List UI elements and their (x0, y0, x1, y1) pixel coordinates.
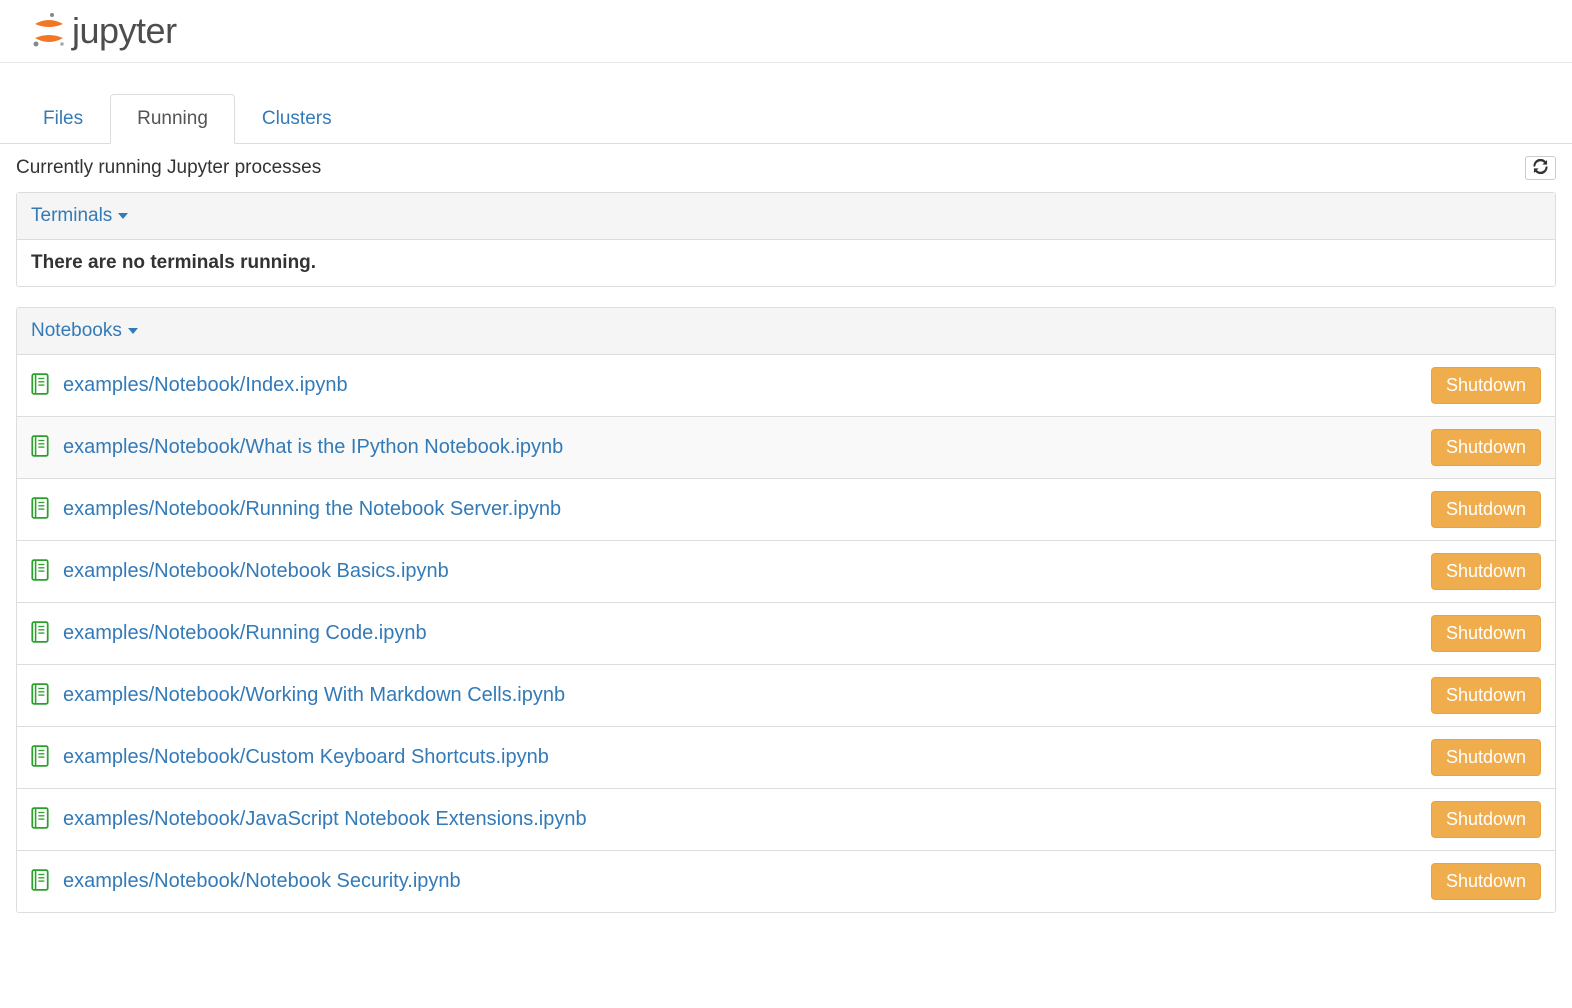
notebook-row-left: examples/Notebook/Working With Markdown … (31, 683, 565, 709)
notebook-icon (31, 373, 49, 399)
caret-down-icon (128, 328, 138, 334)
notebook-row-left: examples/Notebook/Running Code.ipynb (31, 621, 427, 647)
shutdown-button[interactable]: Shutdown (1431, 491, 1541, 528)
shutdown-button[interactable]: Shutdown (1431, 429, 1541, 466)
tab-running[interactable]: Running (110, 94, 235, 144)
terminals-heading[interactable]: Terminals (17, 193, 1555, 240)
notebook-row-left: examples/Notebook/Custom Keyboard Shortc… (31, 745, 549, 771)
notebook-row: examples/Notebook/Custom Keyboard Shortc… (17, 727, 1555, 789)
notebook-icon (31, 745, 49, 771)
notebook-row-left: examples/Notebook/Index.ipynb (31, 373, 348, 399)
notebook-link[interactable]: examples/Notebook/What is the IPython No… (63, 436, 563, 459)
jupyter-icon (30, 12, 68, 50)
logo-text: jupyter (72, 10, 177, 52)
terminals-heading-label: Terminals (31, 205, 112, 227)
shutdown-button[interactable]: Shutdown (1431, 677, 1541, 714)
tab-files[interactable]: Files (16, 94, 110, 144)
header: jupyter (0, 0, 1572, 63)
notebook-icon (31, 807, 49, 833)
shutdown-button[interactable]: Shutdown (1431, 739, 1541, 776)
notebook-row: examples/Notebook/What is the IPython No… (17, 417, 1555, 479)
notebook-icon (31, 621, 49, 647)
notebook-row: examples/Notebook/Running the Notebook S… (17, 479, 1555, 541)
notebook-row: examples/Notebook/Notebook Security.ipyn… (17, 851, 1555, 912)
shutdown-button[interactable]: Shutdown (1431, 863, 1541, 900)
notebook-row: examples/Notebook/Index.ipynb Shutdown (17, 355, 1555, 417)
notebook-icon (31, 869, 49, 895)
shutdown-button[interactable]: Shutdown (1431, 615, 1541, 652)
subtitle-bar: Currently running Jupyter processes (0, 144, 1572, 192)
notebook-row-left: examples/Notebook/What is the IPython No… (31, 435, 563, 461)
terminals-empty-message: There are no terminals running. (17, 240, 1555, 286)
jupyter-logo[interactable]: jupyter (30, 10, 177, 52)
notebook-link[interactable]: examples/Notebook/JavaScript Notebook Ex… (63, 808, 587, 831)
notebook-icon (31, 435, 49, 461)
notebook-row: examples/Notebook/Running Code.ipynb Shu… (17, 603, 1555, 665)
caret-down-icon (118, 213, 128, 219)
notebook-link[interactable]: examples/Notebook/Working With Markdown … (63, 684, 565, 707)
refresh-icon (1533, 159, 1548, 177)
terminals-panel: Terminals There are no terminals running… (16, 192, 1556, 287)
refresh-button[interactable] (1525, 156, 1556, 180)
subtitle-text: Currently running Jupyter processes (16, 157, 321, 179)
notebooks-heading[interactable]: Notebooks (17, 308, 1555, 355)
tabs-bar: Files Running Clusters (0, 93, 1572, 144)
notebook-row: examples/Notebook/Working With Markdown … (17, 665, 1555, 727)
notebook-link[interactable]: examples/Notebook/Custom Keyboard Shortc… (63, 746, 549, 769)
notebook-row: examples/Notebook/Notebook Basics.ipynb … (17, 541, 1555, 603)
notebook-row: examples/Notebook/JavaScript Notebook Ex… (17, 789, 1555, 851)
shutdown-button[interactable]: Shutdown (1431, 367, 1541, 404)
notebook-icon (31, 559, 49, 585)
notebook-link[interactable]: examples/Notebook/Notebook Basics.ipynb (63, 560, 449, 583)
notebook-link[interactable]: examples/Notebook/Running Code.ipynb (63, 622, 427, 645)
shutdown-button[interactable]: Shutdown (1431, 801, 1541, 838)
notebook-link[interactable]: examples/Notebook/Running the Notebook S… (63, 498, 561, 521)
notebook-row-left: examples/Notebook/JavaScript Notebook Ex… (31, 807, 587, 833)
notebook-row-left: examples/Notebook/Notebook Basics.ipynb (31, 559, 449, 585)
notebook-icon (31, 683, 49, 709)
notebook-list: examples/Notebook/Index.ipynb Shutdown e… (17, 355, 1555, 912)
notebook-row-left: examples/Notebook/Running the Notebook S… (31, 497, 561, 523)
notebooks-heading-label: Notebooks (31, 320, 122, 342)
notebook-icon (31, 497, 49, 523)
notebook-link[interactable]: examples/Notebook/Notebook Security.ipyn… (63, 870, 461, 893)
notebook-row-left: examples/Notebook/Notebook Security.ipyn… (31, 869, 461, 895)
notebook-link[interactable]: examples/Notebook/Index.ipynb (63, 374, 348, 397)
shutdown-button[interactable]: Shutdown (1431, 553, 1541, 590)
notebooks-panel: Notebooks examples/Notebook/Index.ipynb … (16, 307, 1556, 913)
tab-clusters[interactable]: Clusters (235, 94, 359, 144)
